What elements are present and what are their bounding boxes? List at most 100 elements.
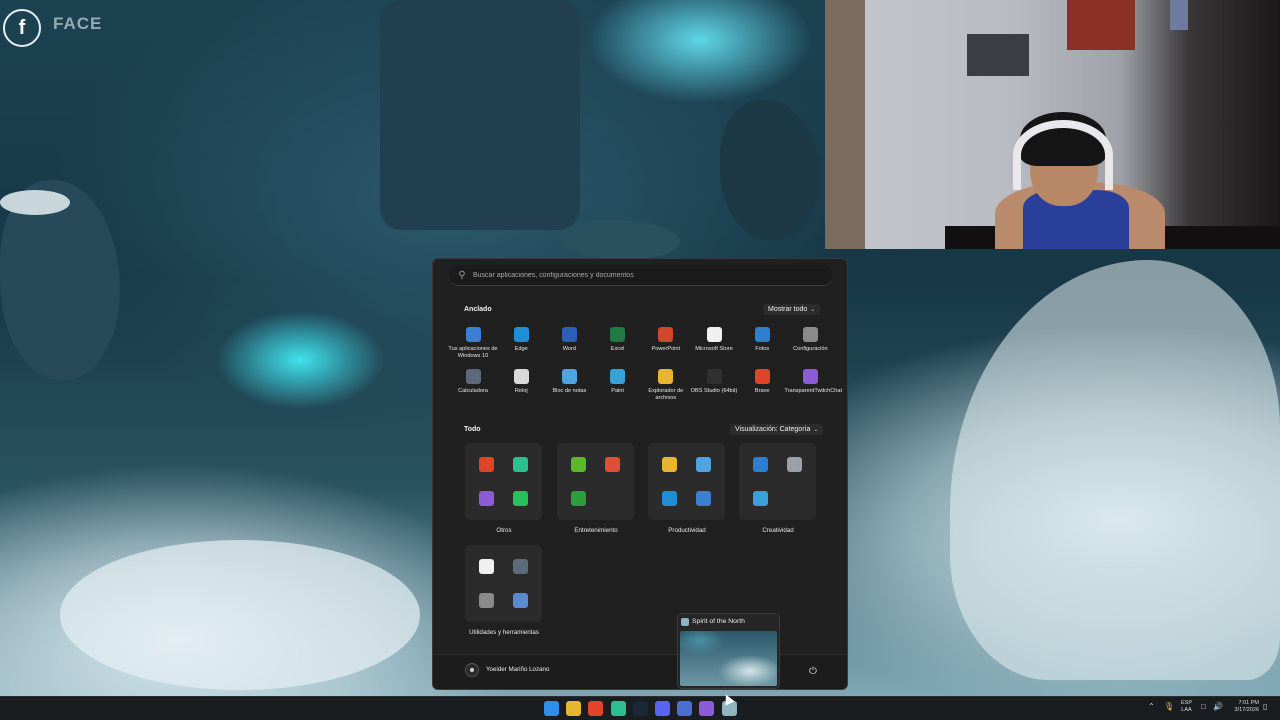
office-icon [696, 491, 711, 506]
pinned-app-label: Explorador de archivos [648, 388, 684, 401]
brave-icon[interactable] [588, 701, 604, 716]
chevron-up-icon[interactable]: ⌃ [1148, 702, 1155, 711]
pinned-app-label: Reloj [514, 388, 528, 394]
user-avatar[interactable]: ☻ [465, 663, 479, 677]
powerpoint-icon [658, 327, 674, 342]
category-label: Entretenimiento [574, 527, 618, 534]
pinned-app[interactable]: OBS Studio (64bit) [690, 369, 738, 409]
pinned-app-label: Fotos [755, 346, 770, 352]
pinned-app[interactable]: Reloj [497, 369, 545, 409]
photos-icon [754, 327, 770, 342]
start-search-box[interactable]: ⚲ [449, 265, 833, 286]
photos-icon [753, 457, 768, 472]
paint-icon [753, 491, 768, 506]
windows-apps-icon [465, 327, 481, 342]
pinned-app-label: Microsoft Store [695, 346, 733, 352]
pinned-app[interactable]: Edge [497, 327, 545, 367]
category-folder[interactable] [557, 443, 634, 520]
pinned-app[interactable]: Microsoft Store [690, 327, 738, 367]
pinned-app[interactable]: Explorador de archivos [642, 369, 690, 409]
gear-icon [802, 327, 818, 342]
calculator-icon [513, 559, 528, 574]
notepad-icon [561, 369, 577, 384]
microphone-icon[interactable]: 🎙 [1164, 702, 1174, 711]
media-player-icon [605, 457, 620, 472]
xbox-icon [571, 491, 586, 506]
whatsapp-group-icon [513, 491, 528, 506]
edge-icon [513, 327, 529, 342]
facebook-icon: f [3, 9, 41, 47]
pinned-app-label: Paint [611, 388, 624, 394]
show-all-button[interactable]: Mostrar todo ⌄ [763, 304, 821, 315]
rock-formation [380, 0, 580, 230]
pinned-app-label: OBS Studio (64bit) [690, 388, 738, 394]
category-folder[interactable] [739, 443, 816, 520]
user-name[interactable]: Yoeider Mariño Lozano [486, 666, 549, 673]
power-button[interactable]: ⏻ [805, 663, 821, 679]
pinned-app[interactable]: Tus aplicaciones de Windows 10 [448, 327, 498, 367]
view-category-button[interactable]: Visualización: Categoría ⌄ [730, 424, 824, 435]
game-app-icon [513, 457, 528, 472]
word-icon [561, 327, 577, 342]
pinned-app[interactable]: Brave [738, 369, 786, 409]
category-folder[interactable] [465, 545, 542, 622]
search-input[interactable] [471, 270, 815, 280]
pinned-section-title: Anclado [464, 306, 492, 313]
snow-field [950, 260, 1280, 680]
show-all-label: Mostrar todo [768, 306, 808, 313]
file-explorer-icon[interactable] [566, 701, 582, 716]
notepad-icon [696, 457, 711, 472]
discord-icon[interactable] [655, 701, 670, 716]
category-folder[interactable] [648, 443, 725, 520]
pinned-app-label: PowerPoint [651, 346, 681, 352]
notification-icon[interactable]: ▯ [1263, 702, 1267, 711]
steam-icon[interactable] [632, 701, 648, 716]
keyboard-layout: LAA [1181, 707, 1192, 713]
webcam-door [825, 0, 865, 249]
taskbar-window-preview[interactable]: Spirit of the North [677, 613, 780, 689]
pinned-app-label: TransparentTwitchChat [784, 388, 843, 394]
pinned-app-label: Edge [514, 346, 528, 352]
network-icon[interactable]: □ [1201, 702, 1206, 711]
pinned-app[interactable]: Calculadora [449, 369, 497, 409]
brave-icon [754, 369, 770, 384]
pinned-app[interactable]: PowerPoint [642, 327, 690, 367]
pinned-app-label: Bloc de notas [552, 388, 587, 394]
xbox-green-icon [571, 457, 586, 472]
webcam-overlay [825, 0, 1280, 249]
pinned-app-label: Word [562, 346, 577, 352]
pinned-app[interactable]: Word [545, 327, 593, 367]
taskbar: ⌃ 🎙 ESP LAA □ 🔊 7:01 PM 3/17/2026 ▯ [0, 696, 1280, 720]
twitch-chat-icon[interactable] [699, 701, 715, 716]
webcam-poster [1067, 0, 1135, 50]
pinned-app[interactable]: Bloc de notas [545, 369, 593, 409]
all-apps-section-title: Todo [464, 426, 481, 433]
pinned-app[interactable]: Fotos [738, 327, 786, 367]
view-category-label: Visualización: Categoría [735, 426, 811, 433]
pinned-app[interactable]: Configuración [786, 327, 834, 367]
discord-alt-icon[interactable] [677, 701, 693, 716]
webcam-poster [967, 34, 1029, 76]
pinned-app-label: Configuración [793, 346, 828, 352]
power-icon: ⏻ [809, 665, 817, 677]
volume-icon[interactable]: 🔊 [1213, 702, 1223, 711]
search-icon: ⚲ [458, 269, 466, 281]
category-label: Creatividad [762, 527, 794, 534]
store-icon [706, 327, 722, 342]
pinned-app[interactable]: Paint [594, 369, 642, 409]
language-code: ESP [1181, 700, 1193, 706]
game-app-icon[interactable] [610, 701, 626, 716]
usb-icon [479, 593, 494, 608]
pinned-app-label: Tus aplicaciones de Windows 10 [448, 346, 498, 359]
category-folder[interactable] [465, 443, 542, 520]
clock[interactable]: 7:01 PM 3/17/2026 [1227, 700, 1259, 714]
folder-icon [658, 369, 674, 384]
start-button[interactable] [544, 701, 559, 716]
pinned-app-label: Calculadora [458, 388, 488, 394]
facebook-overlay-text: FACE [53, 14, 103, 33]
language-indicator[interactable]: ESP LAA [1181, 700, 1192, 714]
chevron-down-icon: ⌄ [813, 427, 819, 433]
pinned-app[interactable]: Excel [594, 327, 642, 367]
pinned-app[interactable]: TransparentTwitchChat [784, 369, 843, 409]
folder-icon [662, 457, 677, 472]
